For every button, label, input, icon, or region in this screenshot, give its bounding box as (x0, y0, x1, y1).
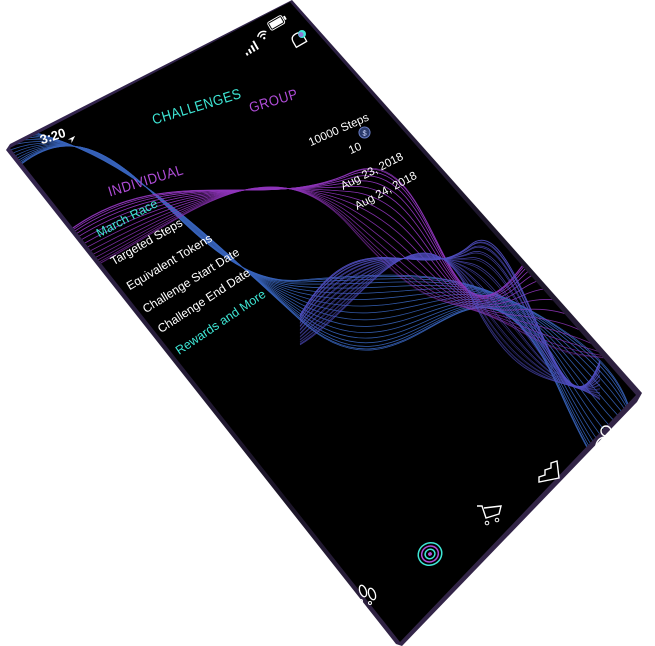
cart-icon[interactable] (475, 500, 505, 533)
notification-bell-icon[interactable] (287, 28, 311, 57)
stairs-icon[interactable] (535, 458, 565, 491)
wave-background (0, 0, 655, 646)
token-icon: $ (358, 126, 371, 144)
footsteps-icon[interactable] (355, 582, 381, 611)
svg-text:$: $ (362, 128, 366, 137)
user-icon[interactable] (594, 423, 620, 454)
location-arrow-icon (67, 131, 76, 149)
target-rings-icon[interactable] (415, 539, 445, 574)
